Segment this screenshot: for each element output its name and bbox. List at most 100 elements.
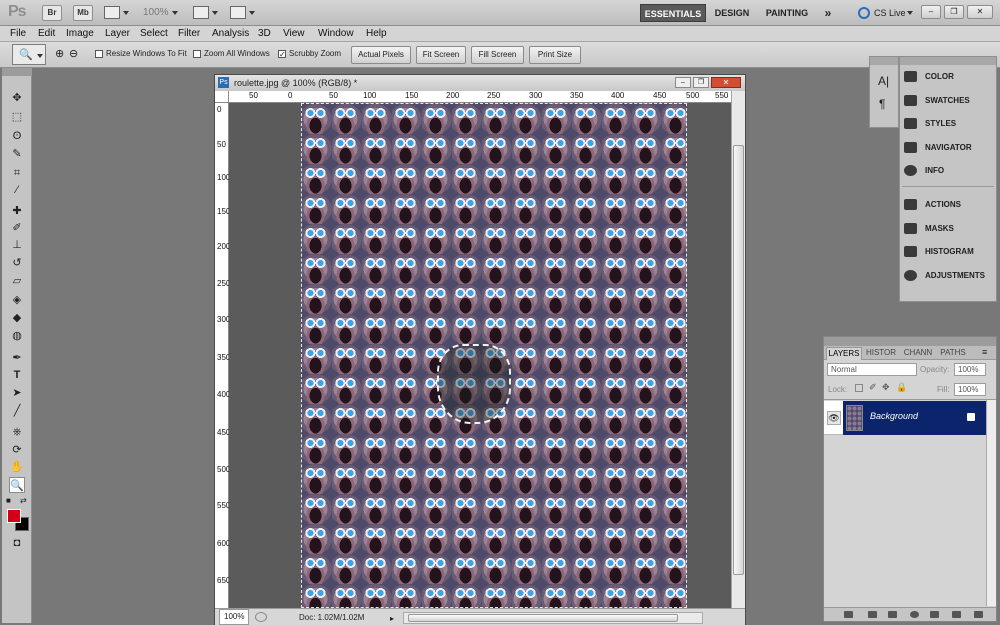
marquee-tool-icon[interactable]: ⬚ [9,109,25,125]
zoom-level[interactable]: 100% [143,7,169,18]
pen-tool-icon[interactable]: ✒ [9,350,25,366]
quick-selection-tool-icon[interactable]: ✎ [9,146,25,162]
add-mask-icon[interactable] [888,611,897,618]
chevron-down-icon[interactable] [907,11,913,15]
actions-panel-button[interactable]: ACTIONS [904,194,996,216]
fit-screen-button[interactable]: Fit Screen [416,46,466,64]
horizontal-scroll-thumb[interactable] [408,614,678,622]
spot-healing-tool-icon[interactable]: ✚ [9,203,25,219]
blur-tool-icon[interactable]: ◆ [9,310,25,326]
zoom-tool-icon[interactable]: 🔍 [9,477,25,493]
layers-panel-header[interactable] [824,337,996,346]
document-minimize-button[interactable]: – [675,77,691,88]
menu-analysis[interactable]: Analysis [212,28,249,39]
tab-layers[interactable]: LAYERS [826,347,862,360]
eyedropper-tool-icon[interactable]: ⁄ [9,182,25,198]
cs-live-menu[interactable]: CS Live [874,8,906,18]
hand-tool-icon[interactable]: ✋ [9,459,25,475]
status-arrow-icon[interactable]: ▸ [390,610,394,625]
layer-style-icon[interactable] [868,611,877,618]
adjustment-layer-icon[interactable] [910,611,919,618]
zoom-out-icon[interactable]: ⊖ [69,47,78,60]
menu-select[interactable]: Select [140,28,168,39]
horizontal-scrollbar[interactable] [403,612,703,624]
navigator-panel-button[interactable]: NAVIGATOR [904,137,996,159]
masks-panel-button[interactable]: MASKS [904,218,996,240]
fill-field[interactable]: 100% [954,383,986,396]
crop-tool-icon[interactable]: ⌗ [9,165,25,181]
lock-pixels-icon[interactable]: ✐ [869,382,877,393]
visibility-eye-icon[interactable]: 👁 [827,411,841,425]
zoom-in-icon[interactable]: ⊕ [55,47,64,60]
workspace-essentials[interactable]: ESSENTIALS [640,4,706,22]
layer-name[interactable]: Background [870,411,918,421]
shape-tool-icon[interactable]: ╱ [9,403,25,419]
opacity-field[interactable]: 100% [954,363,986,376]
3d-orbit-tool-icon[interactable]: ⟳ [9,442,25,458]
styles-panel-button[interactable]: STYLES [904,113,996,135]
lock-all-icon[interactable]: 🔒 [896,382,907,393]
lock-position-icon[interactable]: ✥ [882,382,890,393]
adjustments-panel-button[interactable]: ADJUSTMENTS [904,265,996,287]
path-selection-tool-icon[interactable]: ➤ [9,385,25,401]
3d-rotate-tool-icon[interactable]: ⎈ [9,424,25,440]
ruler-origin[interactable] [215,91,229,103]
layer-row-background[interactable]: 👁 Background [824,401,986,435]
vertical-scrollbar[interactable] [731,91,745,608]
info-panel-button[interactable]: INFO [904,160,996,182]
blend-mode-select[interactable]: Normal [827,363,917,376]
menu-window[interactable]: Window [318,28,354,39]
character-panel-icon[interactable]: A| [878,74,889,88]
menu-help[interactable]: Help [366,28,387,39]
brush-tool-icon[interactable]: ✐ [9,220,25,236]
print-size-button[interactable]: Print Size [529,46,581,64]
tool-preset-picker[interactable]: 🔍 [12,44,46,65]
type-tool-icon[interactable]: T [9,367,25,383]
lasso-tool-icon[interactable]: ʘ [9,128,25,144]
restore-button[interactable]: ❐ [944,5,964,19]
resize-windows-checkbox[interactable] [95,50,103,58]
mini-bridge-button[interactable]: Mb [73,5,93,21]
swap-colors-icon[interactable]: ⇄ [20,496,27,505]
menu-edit[interactable]: Edit [38,28,55,39]
menu-file[interactable]: File [10,28,26,39]
history-brush-tool-icon[interactable]: ↺ [9,255,25,271]
document-image[interactable] [301,103,687,608]
actual-pixels-button[interactable]: Actual Pixels [351,46,411,64]
more-workspaces-button[interactable]: » [820,4,836,22]
menu-filter[interactable]: Filter [178,28,200,39]
tab-paths[interactable]: PATHS [938,347,968,360]
canvas-area[interactable] [229,103,731,608]
chevron-down-icon[interactable] [123,11,129,15]
zoom-field[interactable]: 100% [219,609,249,625]
document-tab[interactable]: Ps roulette.jpg @ 100% (RGB/8) * – ❐ ✕ [215,75,745,91]
foreground-color-swatch[interactable] [7,509,21,523]
screen-mode-icon[interactable] [230,6,246,19]
move-tool-icon[interactable]: ✥ [9,90,25,106]
close-button[interactable]: ✕ [967,5,993,19]
document-close-button[interactable]: ✕ [711,77,741,88]
status-menu-icon[interactable] [255,612,267,622]
chevron-down-icon[interactable] [249,11,255,15]
paragraph-panel-icon[interactable]: ¶ [879,97,885,111]
delete-layer-icon[interactable] [974,611,983,618]
horizontal-ruler[interactable]: 50 0 50 100 150 200 250 300 350 400 450 … [229,91,731,103]
vertical-scroll-thumb[interactable] [733,145,744,575]
paint-bucket-tool-icon[interactable]: ◈ [9,292,25,308]
quick-mask-icon[interactable]: ◘ [9,535,25,551]
menu-view[interactable]: View [283,28,305,39]
menu-image[interactable]: Image [66,28,94,39]
new-layer-icon[interactable] [952,611,961,618]
panel-dock-header[interactable] [900,57,996,65]
menu-layer[interactable]: Layer [105,28,130,39]
fill-screen-button[interactable]: Fill Screen [471,46,524,64]
histogram-panel-button[interactable]: HISTOGRAM [904,241,996,263]
panel-strip-header[interactable] [870,57,898,65]
tab-channels[interactable]: CHANN [900,347,936,360]
lock-transparent-icon[interactable] [855,384,863,392]
dodge-tool-icon[interactable]: ◍ [9,328,25,344]
layer-selected-highlight[interactable]: Background [843,401,986,435]
color-panel-button[interactable]: COLOR [904,66,996,88]
bridge-button[interactable]: Br [42,5,62,21]
lasso-selection[interactable] [437,344,511,424]
